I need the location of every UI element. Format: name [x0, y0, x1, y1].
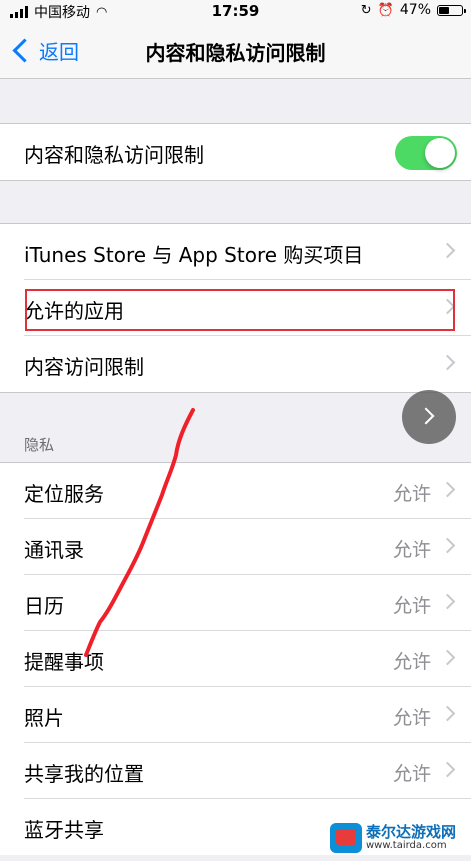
row-value: 允许: [392, 707, 431, 729]
privacy-group: 定位服务 允许 通讯录 允许 日历 允许 提醒事项 允许 照片 允许 共享我的位…: [0, 462, 471, 855]
watermark-logo-icon: [330, 823, 362, 853]
status-bar: 中国移动 ◠ 17:59 ↻ ⏰ 47%: [0, 0, 471, 22]
chevron-right-icon: [439, 705, 456, 722]
row-label: 定位服务: [24, 482, 104, 506]
row-value: 允许: [392, 763, 431, 785]
row-label: 照片: [24, 706, 64, 730]
battery-icon: [437, 4, 466, 16]
chevron-right-icon: [439, 481, 456, 498]
row-label: 内容访问限制: [24, 355, 144, 379]
list-item-share-location[interactable]: 共享我的位置 允许: [0, 743, 471, 799]
toggle-row-label: 内容和隐私访问限制: [24, 143, 204, 167]
row-label: 提醒事项: [24, 650, 104, 674]
restrictions-toggle-row[interactable]: 内容和隐私访问限制: [0, 124, 471, 180]
list-item-location[interactable]: 定位服务 允许: [0, 463, 471, 519]
rotation-lock-icon: ↻: [360, 2, 372, 18]
row-value: 允许: [392, 483, 431, 505]
alarm-icon: ⏰: [377, 2, 394, 18]
row-value: 允许: [392, 595, 431, 617]
status-right: ↻ ⏰ 47%: [360, 2, 466, 18]
chevron-right-icon: [439, 761, 456, 778]
watermark: 泰尔达游戏网 www.tairda.com: [330, 821, 465, 855]
list-item-content-restrictions[interactable]: 内容访问限制: [0, 336, 471, 392]
page-title: 内容和隐私访问限制: [145, 41, 326, 65]
restrictions-toggle-group: 内容和隐私访问限制: [0, 123, 471, 181]
row-label: 日历: [24, 594, 64, 618]
privacy-section-header: 隐私: [24, 436, 55, 454]
chevron-right-icon: [439, 593, 456, 610]
chevron-right-icon: [439, 242, 456, 259]
list-item-reminders[interactable]: 提醒事项 允许: [0, 631, 471, 687]
list-item-calendar[interactable]: 日历 允许: [0, 575, 471, 631]
restrictions-toggle[interactable]: [395, 136, 457, 170]
row-value: 允许: [392, 651, 431, 673]
highlight-box: [25, 289, 455, 331]
chevron-right-icon: [439, 354, 456, 371]
row-label: 通讯录: [24, 538, 84, 562]
floating-next-button[interactable]: [402, 390, 456, 444]
chevron-right-icon: [417, 407, 435, 425]
chevron-right-icon: [439, 649, 456, 666]
chevron-right-icon: [439, 537, 456, 554]
row-label: iTunes Store 与 App Store 购买项目: [24, 243, 364, 267]
list-item-contacts[interactable]: 通讯录 允许: [0, 519, 471, 575]
row-value: 允许: [392, 539, 431, 561]
row-label: 蓝牙共享: [24, 818, 104, 842]
battery-percent: 47%: [399, 2, 431, 18]
watermark-title: 泰尔达游戏网: [366, 822, 457, 841]
list-item-itunes-purchases[interactable]: iTunes Store 与 App Store 购买项目: [0, 224, 471, 280]
list-item-photos[interactable]: 照片 允许: [0, 687, 471, 743]
row-label: 共享我的位置: [24, 762, 144, 786]
toggle-knob: [425, 138, 455, 168]
watermark-url: www.tairda.com: [366, 839, 447, 851]
navigation-bar: 返回 内容和隐私访问限制: [0, 22, 471, 79]
